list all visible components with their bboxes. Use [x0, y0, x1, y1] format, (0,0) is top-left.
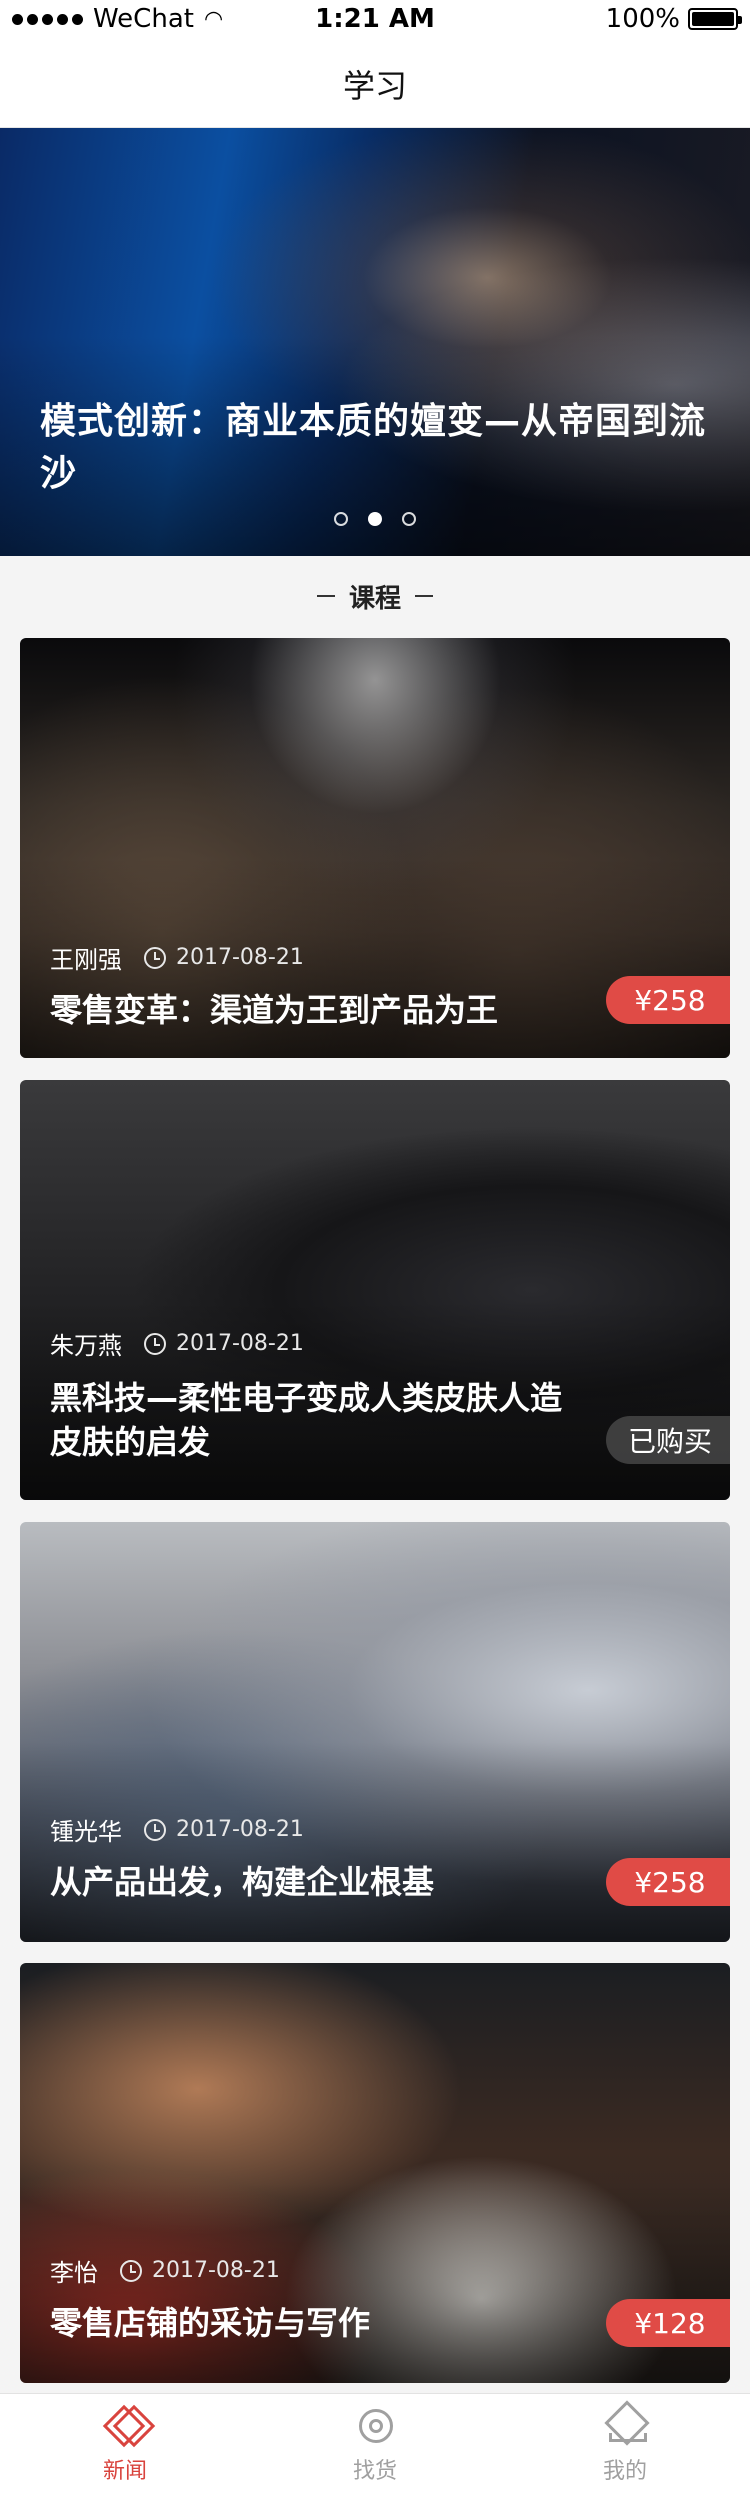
carousel-dot[interactable] — [368, 512, 382, 526]
me-icon — [603, 2403, 647, 2447]
course-meta: 朱万燕 2017-08-21 — [50, 1326, 304, 1361]
banner-title[interactable]: 模式创新：商业本质的嬗变—从帝国到流沙 — [40, 396, 720, 500]
tab-me[interactable]: 我的 — [500, 2394, 750, 2493]
nav-bar: 学习 — [0, 40, 750, 128]
price-tag: ¥258 — [606, 976, 730, 1024]
course-author: 王刚强 — [50, 946, 122, 974]
price-tag: ¥128 — [606, 2299, 730, 2347]
divider-left — [316, 595, 335, 597]
battery-icon — [688, 8, 742, 30]
status-bar: WeChat ◠ 1:21 AM 100% — [0, 0, 750, 40]
clock-icon — [144, 1818, 166, 1841]
course-card[interactable]: 锺光华 2017-08-21 从产品出发，构建企业根基 ¥258 — [20, 1522, 730, 1942]
course-card[interactable]: 王刚强 2017-08-21 零售变革：渠道为王到产品为王 ¥258 — [20, 638, 730, 1058]
course-meta: 李怡 2017-08-21 — [50, 2253, 280, 2288]
tab-label-me: 我的 — [602, 2458, 647, 2484]
banner-carousel[interactable]: 模式创新：商业本质的嬗变—从帝国到流沙 — [0, 128, 750, 556]
course-title: 黑科技—柔性电子变成人类皮肤人造皮肤的启发 — [50, 1379, 563, 1461]
battery-fill — [692, 12, 734, 26]
course-title: 零售变革：渠道为王到产品为王 — [50, 991, 499, 1029]
battery-group: 100% — [605, 4, 742, 34]
course-date: 2017-08-21 — [176, 1331, 304, 1356]
carousel-dot[interactable] — [402, 512, 416, 526]
clock-icon — [120, 2259, 142, 2282]
divider-right — [415, 595, 433, 597]
course-meta: 王刚强 2017-08-21 — [50, 940, 304, 975]
carousel-dot[interactable] — [334, 512, 348, 526]
find-icon — [353, 2403, 397, 2447]
course-author: 朱万燕 — [50, 1332, 122, 1360]
course-title: 零售店铺的采访与写作 — [50, 2304, 371, 2342]
course-author: 李怡 — [50, 2259, 98, 2287]
price-tag: ¥258 — [606, 1858, 730, 1906]
course-date: 2017-08-21 — [152, 2258, 280, 2283]
course-card[interactable]: 李怡 2017-08-21 零售店铺的采访与写作 ¥128 — [20, 1963, 730, 2383]
course-title: 从产品出发，构建企业根基 — [50, 1863, 435, 1901]
tab-label-find: 找货 — [352, 2458, 397, 2484]
course-date: 2017-08-21 — [176, 1817, 304, 1842]
clock-icon — [144, 1332, 166, 1355]
tab-bar: 新闻 找货 我的 — [0, 2393, 750, 2493]
section-title: 课程 — [348, 583, 401, 614]
purchased-badge: 已购买 — [605, 1416, 730, 1464]
clock-icon — [144, 946, 166, 969]
section-header: 课程 — [0, 556, 750, 636]
page-title: 学习 — [342, 66, 407, 105]
course-card[interactable]: 朱万燕 2017-08-21 黑科技—柔性电子变成人类皮肤人造皮肤的启发 已购买 — [20, 1080, 730, 1500]
tab-news[interactable]: 新闻 — [0, 2394, 250, 2493]
carousel-dots — [0, 512, 750, 526]
course-meta: 锺光华 2017-08-21 — [50, 1812, 304, 1847]
battery-percent: 100% — [605, 4, 680, 34]
tab-label-news: 新闻 — [102, 2458, 147, 2484]
news-icon — [103, 2403, 147, 2447]
course-author: 锺光华 — [50, 1818, 122, 1846]
tab-find[interactable]: 找货 — [250, 2394, 500, 2493]
course-date: 2017-08-21 — [176, 945, 304, 970]
